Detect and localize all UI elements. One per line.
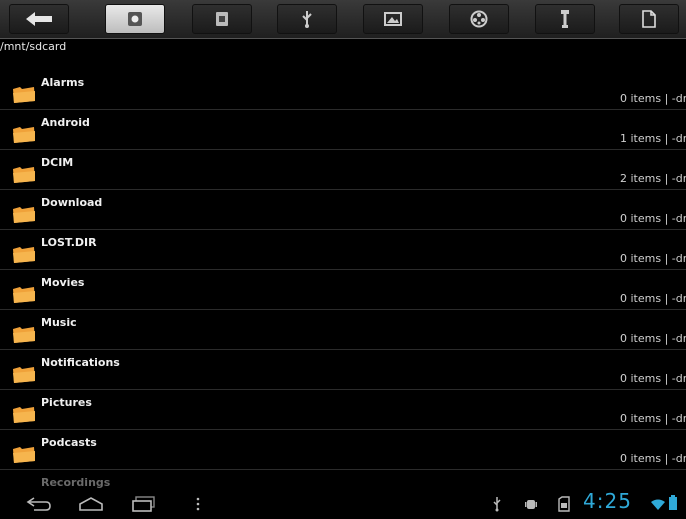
- list-item[interactable]: Music 0 items | -drw: [0, 310, 686, 350]
- film-reel-icon: [470, 10, 488, 28]
- list-item[interactable]: Notifications 0 items | -drw: [0, 350, 686, 390]
- folder-meta: 0 items | -drw: [620, 452, 686, 465]
- debug-android-icon[interactable]: [524, 496, 538, 516]
- toolbar: [0, 0, 686, 39]
- list-item[interactable]: Podcasts 0 items | -drw: [0, 430, 686, 470]
- nav-home-button[interactable]: [78, 496, 104, 516]
- nav-menu-button[interactable]: [196, 496, 200, 515]
- folder-icon: [12, 324, 36, 344]
- folder-meta: 2 items | -drw: [620, 172, 686, 185]
- nav-recent-apps-button[interactable]: [132, 496, 156, 516]
- list-item[interactable]: Android 1 items | -drw: [0, 110, 686, 150]
- folder-icon: [12, 164, 36, 184]
- folder-icon: [12, 444, 36, 464]
- back-arrow-icon: [26, 12, 52, 26]
- folder-name: Movies: [41, 276, 85, 289]
- folder-icon: [12, 244, 36, 264]
- sim-card-button[interactable]: [192, 4, 252, 34]
- image-icon: [384, 12, 402, 26]
- folder-name: Pictures: [41, 396, 92, 409]
- list-item[interactable]: LOST.DIR 0 items | -drw: [0, 230, 686, 270]
- folder-name: DCIM: [41, 156, 74, 169]
- folder-name: Podcasts: [41, 436, 97, 449]
- list-item[interactable]: DCIM 2 items | -drw: [0, 150, 686, 190]
- back-button[interactable]: [9, 4, 69, 34]
- folder-meta: 0 items | -drw: [620, 212, 686, 225]
- list-item[interactable]: Alarms 0 items | -drw: [0, 70, 686, 110]
- folder-meta: 1 items | -drw: [620, 132, 686, 145]
- clock[interactable]: 4:25: [583, 489, 632, 513]
- folder-icon: [12, 204, 36, 224]
- list-item[interactable]: Recordings: [0, 470, 686, 490]
- folder-name: Alarms: [41, 76, 85, 89]
- folder-meta: 0 items | -drw: [620, 372, 686, 385]
- folder-name: Android: [41, 116, 90, 129]
- sdcard-storage-icon: [127, 11, 143, 27]
- tools-button[interactable]: [535, 4, 595, 34]
- folder-icon: [12, 84, 36, 104]
- videos-button[interactable]: [449, 4, 509, 34]
- folder-icon: [12, 404, 36, 424]
- folder-icon: [12, 364, 36, 384]
- folder-icon: [12, 284, 36, 304]
- usb-status-icon[interactable]: [492, 496, 502, 516]
- wifi-icon[interactable]: [651, 496, 665, 515]
- folder-meta: 0 items | -drw: [620, 332, 686, 345]
- folder-meta: 0 items | -drw: [620, 92, 686, 105]
- usb-icon: [300, 10, 314, 28]
- battery-icon[interactable]: [668, 495, 678, 515]
- usb-button[interactable]: [277, 4, 337, 34]
- folder-name: LOST.DIR: [41, 236, 97, 249]
- tools-icon: [560, 9, 570, 29]
- document-button[interactable]: [619, 4, 679, 34]
- images-button[interactable]: [363, 4, 423, 34]
- folder-name: Download: [41, 196, 103, 209]
- list-item[interactable]: Movies 0 items | -drw: [0, 270, 686, 310]
- document-icon: [642, 10, 656, 28]
- folder-meta: 0 items | -drw: [620, 252, 686, 265]
- folder-meta: 0 items | -drw: [620, 292, 686, 305]
- folder-icon: [12, 124, 36, 144]
- list-item[interactable]: Pictures 0 items | -drw: [0, 390, 686, 430]
- folder-name: Notifications: [41, 356, 120, 369]
- sdcard-status-icon[interactable]: [558, 496, 570, 516]
- sim-card-icon: [215, 11, 229, 27]
- sdcard-button[interactable]: [105, 4, 165, 34]
- current-path: /mnt/sdcard: [0, 40, 67, 53]
- nav-back-button[interactable]: [26, 496, 52, 516]
- folder-name: Recordings: [41, 476, 111, 489]
- list-item[interactable]: Download 0 items | -drw: [0, 190, 686, 230]
- folder-name: Music: [41, 316, 77, 329]
- folder-meta: 0 items | -drw: [620, 412, 686, 425]
